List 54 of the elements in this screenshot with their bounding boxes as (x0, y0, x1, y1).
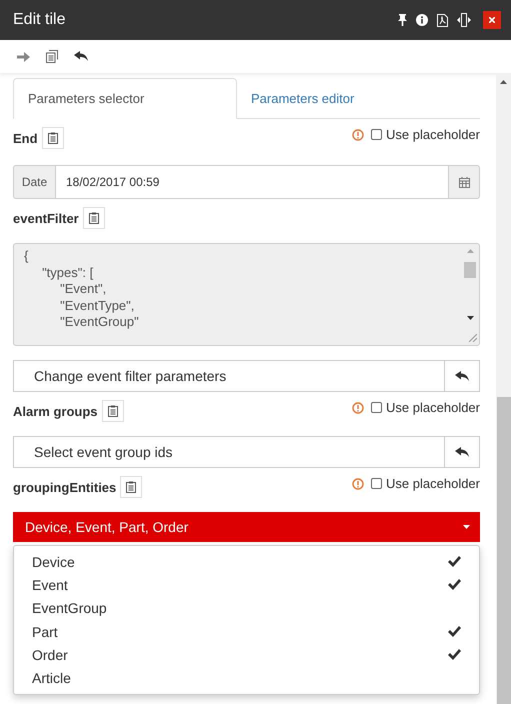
tab[interactable]: Parameters selector (13, 78, 237, 119)
date-addon: Date (20, 174, 48, 191)
scrollbar-thumb[interactable] (497, 397, 511, 704)
copy-icon[interactable] (46, 50, 58, 63)
tab[interactable]: Parameters editor (237, 78, 461, 118)
dropdown-option[interactable]: Part (14, 620, 479, 644)
parameter-label: groupingEntities (13, 480, 116, 494)
clipboard-button[interactable] (82, 207, 105, 229)
clipboard-button[interactable] (120, 476, 142, 498)
use-placeholder-label: Use placeholder (386, 127, 480, 142)
use-placeholder-label: Use placeholder (386, 400, 480, 415)
dropdown-option[interactable]: Event (14, 573, 479, 597)
info-icon[interactable] (416, 14, 428, 26)
dropdown-option[interactable]: Order (14, 643, 479, 666)
undo-icon (455, 370, 469, 382)
code-textarea[interactable]: { "types": [ "Event", "EventType", "EventGroup" (13, 243, 480, 346)
dropdown-option[interactable]: Article (14, 666, 479, 690)
multiselect-dropdown[interactable]: Device, Event, Part, Order (13, 512, 480, 542)
warning-icon (352, 478, 364, 490)
textarea-scrollbar-thumb[interactable] (464, 262, 476, 278)
use-placeholder-checkbox[interactable] (371, 129, 382, 140)
pin-icon[interactable] (398, 14, 407, 26)
close-button[interactable] (483, 11, 501, 29)
dropdown-option[interactable]: Device (14, 550, 479, 574)
clipboard-icon (88, 212, 99, 224)
clipboard-icon (48, 132, 58, 144)
parameter-label: End (13, 130, 38, 146)
scrollbar[interactable] (496, 73, 511, 704)
arrow-right-icon[interactable] (17, 52, 30, 62)
window-title: Edit tile (13, 11, 66, 29)
use-placeholder-label: Use placeholder (386, 476, 480, 491)
caret-icon (463, 525, 470, 529)
warning-icon (352, 402, 364, 414)
close-icon (489, 17, 495, 23)
code-text: { "types": [ "Event", "EventType", "EventGroup" (24, 248, 140, 330)
clipboard-icon (126, 481, 136, 493)
warning-icon (352, 128, 364, 140)
parameter-label: eventFilter (13, 210, 79, 226)
clipboard-button[interactable] (102, 400, 124, 422)
dropdown-option[interactable]: EventGroup (14, 596, 479, 620)
scroll-down-icon[interactable] (467, 316, 474, 320)
undo-icon (455, 446, 469, 458)
resize-icon[interactable] (457, 13, 471, 27)
use-placeholder-checkbox[interactable] (371, 402, 382, 413)
clipboard-button[interactable] (42, 127, 64, 149)
resize-handle-icon[interactable] (469, 334, 477, 342)
undo-icon (74, 51, 88, 62)
calendar-icon (458, 176, 470, 188)
use-placeholder-checkbox[interactable] (371, 478, 382, 489)
pdf-icon[interactable] (437, 14, 448, 26)
scroll-up-icon[interactable] (500, 80, 507, 84)
clipboard-icon (108, 405, 118, 417)
parameter-label: Alarm groups (13, 404, 98, 418)
date-field[interactable]: Date 18/02/2017 00:59 (13, 165, 480, 199)
